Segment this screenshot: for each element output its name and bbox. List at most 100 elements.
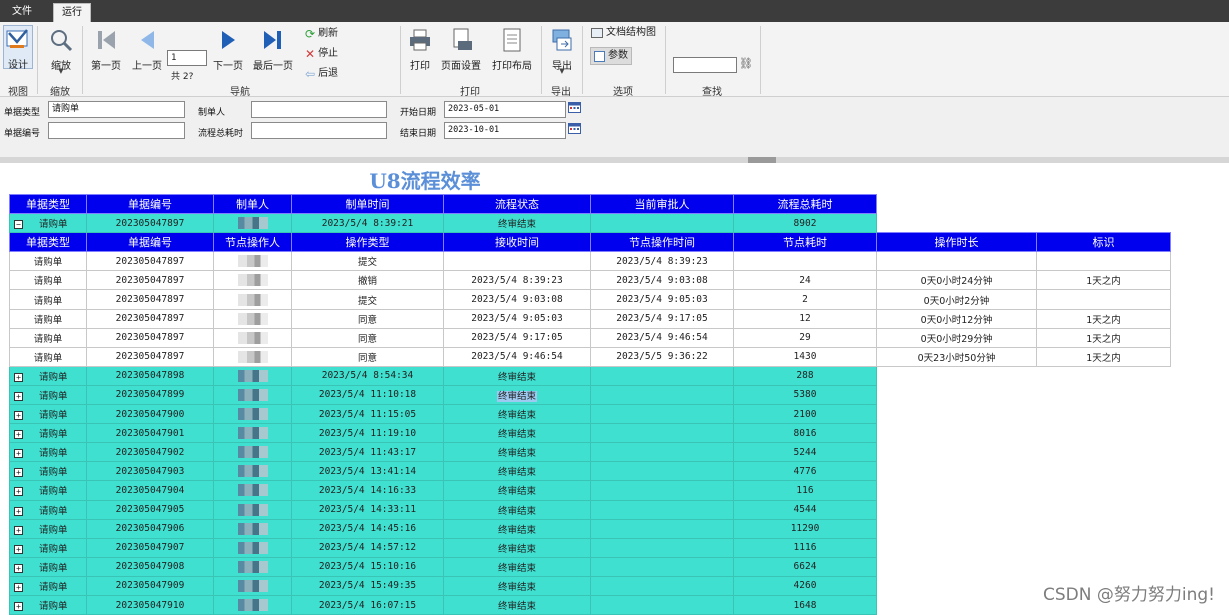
next-page-button[interactable]: 下一页: [210, 25, 246, 77]
page-setup-button[interactable]: 页面设置: [439, 25, 483, 77]
status-cell: 终审结束: [443, 213, 591, 234]
export-button[interactable]: 导出 ▼: [546, 25, 578, 77]
last-page-button[interactable]: 最后一页: [251, 25, 295, 77]
detail-row: 请购单 202305047897 同意 2023/5/4 9:05:03 2023/5/…: [9, 308, 1171, 329]
expand-icon[interactable]: +: [14, 563, 23, 573]
doc-no-field[interactable]: [48, 122, 185, 139]
receive-time-cell: 2023/5/4 9:03:08: [443, 289, 591, 310]
status-cell: 终审结束: [443, 575, 591, 596]
column-header[interactable]: 标识: [1036, 232, 1171, 253]
doc-no-cell: 202305047901: [86, 423, 214, 444]
expand-icon[interactable]: +: [14, 468, 23, 478]
column-header[interactable]: 操作类型: [291, 232, 444, 253]
created-time-cell: 2023/5/4 13:41:14: [291, 461, 444, 482]
start-date-field[interactable]: 2023-05-01: [444, 101, 566, 118]
doc-type-cell: + 请购单: [9, 537, 87, 558]
panel-splitter[interactable]: [0, 157, 1229, 163]
status-cell: 终审结束: [443, 499, 591, 520]
expand-icon[interactable]: +: [14, 430, 23, 440]
refresh-button[interactable]: ⟳ 刷新: [305, 25, 338, 43]
expand-icon[interactable]: +: [14, 544, 23, 554]
menu-tab-run[interactable]: 运行: [53, 3, 91, 22]
total-time-field[interactable]: [251, 122, 387, 139]
approver-cell: [590, 556, 734, 577]
node-op-time-cell: 2023/5/4 8:39:23: [590, 251, 734, 272]
prev-page-button[interactable]: 上一页: [129, 25, 165, 77]
first-page-button[interactable]: 第一页: [88, 25, 124, 77]
params-button[interactable]: 参数: [590, 47, 632, 65]
column-header[interactable]: 节点耗时: [733, 232, 877, 253]
expand-icon[interactable]: +: [14, 449, 23, 459]
column-header[interactable]: 流程总耗时: [733, 193, 877, 215]
start-calendar-icon[interactable]: [568, 102, 581, 113]
expand-icon[interactable]: +: [14, 487, 23, 497]
summary-row: + 请购单 202305047900 2023/5/4 11:15:05 终审结束 210…: [9, 404, 1171, 425]
column-header[interactable]: 流程状态: [443, 193, 591, 215]
creator-field[interactable]: [251, 101, 387, 118]
doc-structure-label: 文档结构图: [606, 27, 656, 38]
expand-icon[interactable]: +: [14, 582, 23, 592]
total-time-cell: 288: [733, 365, 877, 386]
expand-icon[interactable]: +: [14, 372, 23, 382]
status-text: 终审结束: [497, 448, 536, 460]
op-type-cell: 撤销: [291, 270, 444, 291]
zoom-button[interactable]: 缩放 ▼: [44, 25, 78, 77]
redacted-name: [237, 369, 268, 382]
column-header[interactable]: 单据类型: [9, 232, 87, 253]
column-header[interactable]: 操作时长: [876, 232, 1037, 253]
node-op-time-cell: 2023/5/4 9:03:08: [590, 270, 734, 291]
approver-cell: [590, 499, 734, 520]
status-text: 终审结束: [496, 390, 537, 402]
status-cell: 终审结束: [443, 404, 591, 425]
back-button[interactable]: ⇦ 后退: [305, 65, 338, 83]
expand-icon[interactable]: +: [14, 506, 23, 516]
end-date-field[interactable]: 2023-10-01: [444, 122, 566, 139]
column-header[interactable]: 节点操作时间: [590, 232, 734, 253]
column-header[interactable]: 单据编号: [86, 193, 214, 215]
splitter-grip[interactable]: [748, 157, 776, 163]
status-text: 终审结束: [497, 581, 536, 593]
status-text: 终审结束: [497, 524, 536, 536]
doc-type-text: 请购单: [39, 601, 68, 613]
design-button[interactable]: 设计: [3, 25, 33, 71]
column-header[interactable]: 制单时间: [291, 193, 444, 215]
status-cell: 终审结束: [443, 480, 591, 501]
empty-cell: [1036, 519, 1171, 539]
doc-type-label: 单据类型: [4, 108, 41, 118]
creator-cell: [213, 480, 292, 501]
binoculars-icon[interactable]: ⛓: [739, 57, 753, 70]
doc-no-cell: 202305047900: [86, 404, 214, 425]
end-calendar-icon[interactable]: [568, 123, 581, 134]
summary-row: + 请购单 202305047901 2023/5/4 11:19:10 终审结束 801…: [9, 423, 1171, 444]
column-header[interactable]: 当前审批人: [590, 193, 734, 215]
receive-time-cell: 2023/5/4 9:17:05: [443, 327, 591, 348]
op-duration-cell: [876, 251, 1037, 272]
column-header[interactable]: 制单人: [213, 193, 292, 215]
op-type-cell: 同意: [291, 327, 444, 348]
doc-structure-button[interactable]: 文档结构图: [591, 24, 656, 42]
doc-no-cell: 202305047897: [86, 270, 214, 291]
column-header[interactable]: 单据编号: [86, 232, 214, 253]
stop-button[interactable]: ✕ 停止: [305, 45, 338, 63]
expand-icon[interactable]: +: [14, 525, 23, 535]
refresh-icon: ⟳: [305, 27, 316, 41]
expand-icon[interactable]: +: [14, 602, 23, 612]
print-button[interactable]: 打印: [404, 25, 436, 77]
print-layout-button[interactable]: 打印布局: [489, 25, 535, 77]
expand-icon[interactable]: +: [14, 411, 23, 421]
doc-type-field[interactable]: 请购单: [48, 101, 185, 118]
column-header[interactable]: 单据类型: [9, 193, 87, 215]
approver-cell: [590, 384, 734, 406]
expand-icon[interactable]: +: [14, 391, 23, 401]
summary-row: + 请购单 202305047898 2023/5/4 8:54:34 终审结束 288: [9, 365, 1171, 386]
find-input[interactable]: [673, 57, 737, 73]
redacted-name: [237, 331, 268, 344]
collapse-icon[interactable]: −: [14, 220, 23, 230]
page-number-input[interactable]: 1: [167, 50, 207, 66]
menu-tab-file[interactable]: 文件: [4, 3, 40, 22]
node-cost-cell: 1430: [733, 346, 877, 367]
column-header[interactable]: 接收时间: [443, 232, 591, 253]
detail-header-row: 单据类型 单据编号 节点操作人 操作类型 接收时间 节点操作时间 节点耗时 操作时长 标识: [9, 232, 1171, 253]
node-cost-cell: 12: [733, 308, 877, 329]
column-header[interactable]: 节点操作人: [213, 232, 292, 253]
